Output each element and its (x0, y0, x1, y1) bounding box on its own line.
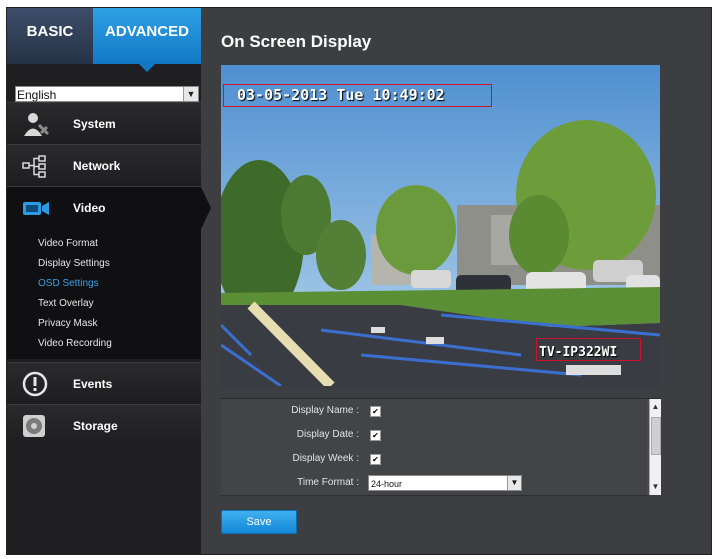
menu-item-system[interactable]: System (7, 102, 201, 144)
video-camera-icon (23, 202, 49, 215)
scroll-down-icon[interactable]: ▼ (650, 481, 661, 493)
menu-label-events: Events (73, 377, 113, 391)
language-select[interactable]: English ▼ (15, 86, 199, 102)
display-name-checkbox[interactable]: ✔ (370, 406, 381, 417)
time-format-value: 24-hour (371, 479, 403, 489)
settings-scrollbar[interactable]: ▲ ▼ (649, 399, 661, 495)
system-icon (24, 113, 50, 136)
menu-item-events[interactable]: Events (7, 362, 201, 404)
submenu-video-format[interactable]: Video Format (38, 238, 98, 249)
time-format-label: Time Format : (297, 477, 359, 488)
setting-row-time-format: Time Format : 24-hour ▼ (221, 471, 647, 496)
storage-disk-icon (23, 415, 45, 437)
submenu-video-recording[interactable]: Video Recording (38, 338, 112, 349)
mode-tabs: BASIC ADVANCED (7, 8, 201, 72)
display-week-label: Display Week : (292, 453, 359, 464)
submenu-osd-settings[interactable]: OSD Settings (38, 278, 99, 289)
submenu-privacy-mask[interactable]: Privacy Mask (38, 318, 97, 329)
save-button[interactable]: Save (221, 510, 297, 534)
setting-row-display-week: Display Week : ✔ (221, 447, 647, 472)
osd-datetime: 03-05-2013 Tue 10:49:02 (237, 86, 445, 104)
alert-icon (22, 371, 48, 397)
display-name-label: Display Name : (291, 405, 359, 416)
chevron-down-icon[interactable]: ▼ (183, 87, 198, 101)
chevron-down-icon[interactable]: ▼ (507, 476, 521, 490)
display-week-checkbox[interactable]: ✔ (370, 454, 381, 465)
tab-advanced[interactable]: ADVANCED (93, 8, 201, 72)
network-icon (22, 155, 46, 178)
display-date-checkbox[interactable]: ✔ (370, 430, 381, 441)
sidebar: BASIC ADVANCED English ▼ System Network … (7, 8, 211, 554)
display-date-label: Display Date : (296, 429, 359, 440)
language-value: English (17, 88, 57, 102)
video-submenu: Video Format Display Settings OSD Settin… (7, 227, 201, 359)
menu-label-network: Network (73, 159, 121, 173)
menu-item-video[interactable]: Video (7, 186, 211, 229)
menu-item-storage[interactable]: Storage (7, 404, 201, 446)
setting-row-display-date: Display Date : ✔ (221, 423, 647, 448)
submenu-display-settings[interactable]: Display Settings (38, 258, 110, 269)
submenu-text-overlay[interactable]: Text Overlay (38, 298, 94, 309)
scroll-thumb[interactable] (651, 417, 661, 455)
video-preview: 03-05-2013 Tue 10:49:02 TV-IP322WI (221, 65, 660, 386)
menu-label-system: System (73, 117, 116, 131)
app-frame: BASIC ADVANCED English ▼ System Network … (6, 7, 712, 555)
scroll-up-icon[interactable]: ▲ (650, 401, 661, 413)
osd-camera-name: TV-IP322WI (539, 345, 618, 360)
menu-label-storage: Storage (73, 419, 118, 433)
menu-item-network[interactable]: Network (7, 144, 201, 186)
menu-label-video: Video (73, 201, 106, 215)
osd-settings-panel: Display Name : ✔ Display Date : ✔ Displa… (221, 398, 661, 496)
page-title: On Screen Display (221, 32, 372, 51)
time-format-select[interactable]: 24-hour ▼ (368, 475, 522, 491)
setting-row-display-name: Display Name : ✔ (221, 399, 647, 424)
tab-basic[interactable]: BASIC (7, 8, 93, 64)
